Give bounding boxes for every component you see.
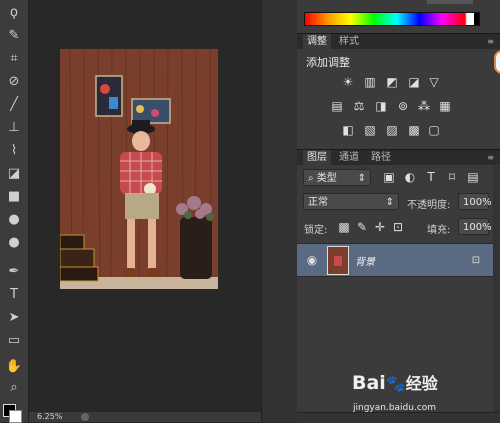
chevron-down-icon: ⇕ [357,173,366,184]
layer-name[interactable]: 背景 [355,253,375,268]
hand-icon[interactable]: ✋ [4,357,24,375]
lock-image-icon[interactable]: ✎ [355,220,369,234]
layers-scrollbar[interactable] [493,166,500,412]
status-bar: 6.25% [29,412,261,422]
exposure-icon[interactable]: ◪ [407,75,421,89]
color-tab-stub [427,0,473,4]
opacity-input[interactable]: 100% [458,193,492,210]
rectangle-icon[interactable]: ▭ [4,331,24,349]
tools-panel: ϙ ✎ ⌗ ⊘ ╱ ⊥ ⌇ ◪ ■ ● ● ✒ T ➤ ▭ ✋ ⌕ [0,0,29,423]
eye-icon[interactable]: ◉ [305,253,319,267]
panel-dock-collapsed [261,0,298,422]
tab-layers[interactable]: 图层 [303,150,331,165]
healing-brush-icon[interactable]: ⊘ [4,72,24,90]
background-color-swatch[interactable] [9,410,22,423]
right-panels: 调整 样式 ≡ 添加调整 ☀ ▥ ◩ ◪ ▽ ▤ ⚖ ◨ ⊚ ⁂ ▦ ◧ ▧ ▨… [297,0,500,423]
eraser-icon[interactable]: ◪ [4,164,24,182]
tab-adjustments[interactable]: 调整 [303,34,331,49]
dodge-icon[interactable]: ● [4,233,24,251]
layers-menu-icon[interactable]: ≡ [487,153,494,162]
layers-tabbar: 图层 通道 路径 ≡ [297,149,500,165]
watermark-brand: Bai🐾经验 [352,372,438,394]
zoom-icon[interactable]: ⌕ [4,378,24,396]
filter-search-icon: ⌕ [308,173,317,184]
photo-image [60,49,218,289]
lock-transparent-icon[interactable]: ▩ [337,220,351,234]
blend-mode-value: 正常 [308,197,328,208]
adjustment-highlight-marker [494,50,500,74]
clone-stamp-icon[interactable]: ⊥ [4,118,24,136]
pen-icon[interactable]: ✒ [4,262,24,280]
type-filter-icon[interactable]: T [424,170,438,184]
selective-color-icon[interactable]: ▩ [407,123,421,137]
color-balance-icon[interactable]: ⚖ [352,99,366,113]
crop-icon[interactable]: ⌗ [4,49,24,67]
color-lookup-icon[interactable]: ▦ [438,99,452,113]
blend-mode-select[interactable]: 正常 ⇕ [303,193,399,210]
path-selection-icon[interactable]: ➤ [4,308,24,326]
opacity-label: 不透明度: [407,200,451,211]
layer-filter-select[interactable]: ⌕ 类型 ⇕ [303,169,371,186]
fill-input[interactable]: 100% [458,218,492,235]
tab-styles[interactable]: 样式 [335,34,363,49]
shape-filter-icon[interactable]: ⌑ [445,170,459,184]
panel-menu-icon[interactable]: ≡ [487,37,494,46]
pixel-filter-icon[interactable]: ▣ [382,170,396,184]
gradient-icon[interactable]: ■ [4,187,24,205]
layers-footer [297,412,500,423]
adjustments-tabbar: 调整 样式 ≡ [297,33,500,49]
curves-icon[interactable]: ◩ [385,75,399,89]
history-brush-icon[interactable]: ⌇ [4,141,24,159]
brush-icon[interactable]: ╱ [4,95,24,113]
lock-all-icon[interactable]: ⊡ [391,220,405,234]
layer-lock-icon: ⊡ [471,254,481,266]
blur-icon[interactable]: ● [4,210,24,228]
tab-channels[interactable]: 通道 [335,150,363,165]
blend-chevron-icon: ⇕ [385,197,394,208]
document-canvas[interactable] [60,49,218,289]
smart-object-filter-icon[interactable]: ▤ [466,170,480,184]
hue-saturation-icon[interactable]: ▤ [330,99,344,113]
thumbnail-figure [334,256,342,266]
brightness-contrast-icon[interactable]: ☀ [341,75,355,89]
layer-filter-value: 类型 [316,173,337,184]
channel-mixer-icon[interactable]: ⁂ [417,99,431,113]
lasso-icon[interactable]: ϙ [4,3,24,21]
adjustment-filter-icon[interactable]: ◐ [403,170,417,184]
tab-paths[interactable]: 路径 [367,150,395,165]
photo-filter-icon[interactable]: ⊚ [396,99,410,113]
posterize-icon[interactable]: ▧ [363,123,377,137]
threshold-icon[interactable]: ▨ [385,123,399,137]
lock-label: 锁定: [304,225,328,236]
zoom-level[interactable]: 6.25% [37,412,62,422]
lock-position-icon[interactable]: ✛ [373,220,387,234]
layer-row-background[interactable]: ◉ 背景 ⊡ [297,243,493,277]
status-info-icon[interactable] [81,413,89,421]
type-icon[interactable]: T [4,285,24,303]
brush-tool-icon[interactable]: ✎ [4,26,24,44]
fill-label: 填充: [427,225,451,236]
color-ramp[interactable] [304,12,480,26]
black-white-icon[interactable]: ◨ [374,99,388,113]
levels-icon[interactable]: ▥ [363,75,377,89]
color-panel [297,0,500,30]
watermark-url: jingyan.baidu.com [353,403,437,413]
gradient-map-icon[interactable]: ▢ [427,123,441,137]
layer-thumbnail [327,246,349,275]
vibrance-icon[interactable]: ▽ [427,75,441,89]
add-adjustment-label: 添加调整 [306,56,350,69]
invert-icon[interactable]: ◧ [341,123,355,137]
